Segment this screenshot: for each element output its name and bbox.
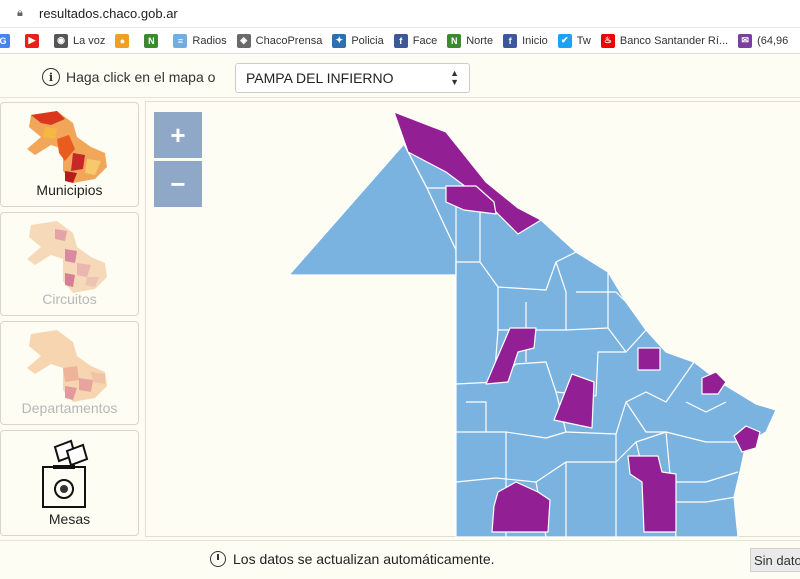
update-status-text: Los datos se actualizan automáticamente. [233,551,495,567]
tab-municipios-label: Municipios [36,182,103,198]
bookmark-item[interactable]: ◈ ChacoPrensa [236,33,323,48]
zoom-out-button[interactable]: − [154,161,202,207]
tab-municipios[interactable]: Municipios [0,102,139,207]
no-data-badge: Sin datos [750,548,800,572]
bookmark-label: Policia [351,34,384,47]
bookmark-item[interactable]: N Norte [447,33,494,48]
bookmark-item[interactable]: ♨ Banco Santander Rí... [600,33,729,48]
facebook-icon: f [503,33,518,48]
minus-icon: − [170,168,186,199]
bookmark-item[interactable]: G [0,33,15,48]
plus-icon: + [170,119,186,150]
flag-icon: ≡ [173,33,188,48]
bookmark-label: Tw [576,34,591,47]
bookmark-item[interactable]: ◉ La voz [54,33,106,48]
bookmark-item[interactable]: ✦ Policia [332,33,384,48]
instruction: i Haga click en el mapa o [42,68,215,86]
google-icon: G [0,33,10,48]
map-region-highlight[interactable] [637,347,661,371]
bookmark-item[interactable]: N [144,33,163,48]
twitter-icon: ✔ [557,33,572,48]
location-select[interactable]: PAMPA DEL INFIERNO ▲ ▼ [235,63,470,93]
tab-circuitos-label: Circuitos [42,291,97,307]
people-icon: ✦ [332,33,347,48]
tab-circuitos[interactable]: Circuitos [0,212,139,316]
tab-mesas-label: Mesas [48,511,91,527]
tab-departamentos-label: Departamentos [21,400,118,416]
stopwatch-icon [210,551,226,567]
map-container[interactable] [145,101,800,538]
bookmark-item[interactable]: ▶ [25,33,44,48]
circuitos-map-icon [27,221,107,293]
bookmark-label: Banco Santander Rí... [619,34,729,47]
top-controls: i Haga click en el mapa o PAMPA DEL INFI… [0,56,800,98]
chaco-province-map[interactable] [146,102,800,538]
bookmarks-bar: G ▶ ◉ La voz ● N ≡ Radios ◈ ChacoPrensa ✦ Policia f F… [0,28,800,54]
municipios-map-icon [27,111,107,183]
bookmark-label: Norte [466,34,494,47]
bookmark-label: Radios [192,34,227,47]
mail-icon: ✉ [738,33,753,48]
bookmark-label: Inicio [522,34,548,47]
santander-icon: ♨ [600,33,615,48]
bookmark-label: ChacoPrensa [255,34,323,47]
lock-icon: 🔒︎ [17,7,23,19]
departamentos-map-icon [27,330,107,402]
n-green-icon: N [144,33,159,48]
orange-circle-icon: ● [115,33,130,48]
ballot-box-icon [42,439,89,508]
address-bar[interactable]: 🔒︎ resultados.chaco.gob.ar [0,0,800,28]
facebook-icon: f [393,33,408,48]
instruction-text: Haga click en el mapa o [66,69,216,85]
tab-mesas[interactable]: Mesas [0,430,139,536]
bookmark-item[interactable]: f Face [393,33,438,48]
bookmark-item[interactable]: ✔ Tw [557,33,591,48]
bookmark-item[interactable]: ✉ (64,96 [738,33,789,48]
bookmark-label: La voz [73,34,106,47]
select-arrows-icon: ▲ ▼ [450,68,459,87]
n-green-icon: N [447,33,462,48]
youtube-icon: ▶ [25,33,39,48]
tab-departamentos[interactable]: Departamentos [0,321,139,425]
bookmark-item[interactable]: ● [115,33,134,48]
update-status: Los datos se actualizan automáticamente. [210,551,495,567]
url-text[interactable]: resultados.chaco.gob.ar [39,6,178,21]
info-icon: i [42,68,60,86]
status-footer: Los datos se actualizan automáticamente.… [0,540,800,579]
bookmark-label: (64,96 [757,34,789,47]
bookmark-item[interactable]: f Inicio [503,33,548,48]
globe-icon: ◉ [54,33,68,48]
shield-icon: ◈ [236,33,251,48]
location-select-value: PAMPA DEL INFIERNO [246,70,394,86]
bookmark-label: Face [412,34,438,47]
zoom-in-button[interactable]: + [154,112,202,158]
bookmark-item[interactable]: ≡ Radios [173,33,227,48]
